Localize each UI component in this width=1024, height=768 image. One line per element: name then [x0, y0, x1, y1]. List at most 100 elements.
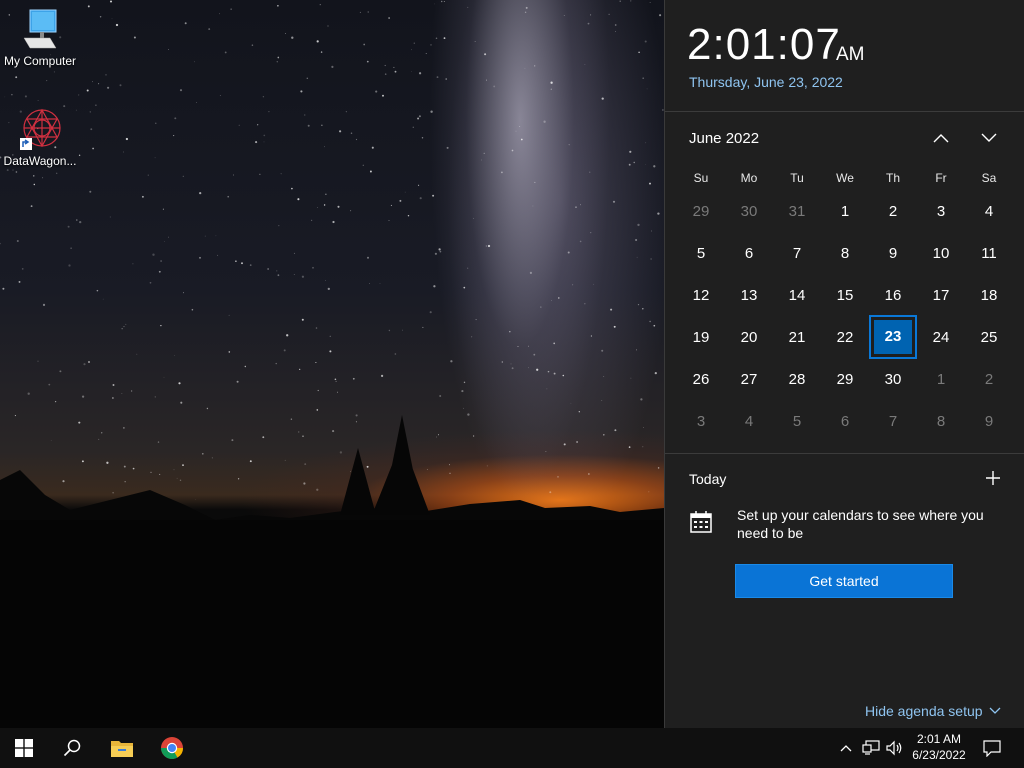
star [86, 89, 89, 92]
show-hidden-icons-button[interactable] [836, 728, 856, 768]
star [68, 264, 71, 267]
star [291, 36, 294, 39]
calendar-day[interactable]: 27 [725, 371, 773, 388]
star [33, 183, 36, 186]
file-explorer-button[interactable] [98, 728, 146, 768]
calendar-day[interactable]: 30 [725, 203, 773, 220]
search-icon [63, 739, 81, 757]
previous-month-button[interactable] [926, 126, 956, 150]
calendar-day[interactable]: 29 [821, 371, 869, 388]
calendar-day[interactable]: 25 [965, 329, 1013, 346]
calendar-day[interactable]: 30 [869, 371, 917, 388]
month-label[interactable]: June 2022 [689, 130, 759, 147]
star [217, 254, 219, 256]
star [633, 161, 635, 164]
star [149, 281, 152, 284]
add-event-button[interactable] [981, 466, 1005, 490]
calendar-day[interactable]: 5 [773, 413, 821, 430]
calendar-day[interactable]: 7 [869, 413, 917, 430]
calendar-day[interactable]: 22 [821, 329, 869, 346]
start-button[interactable] [0, 728, 48, 768]
calendar-day[interactable]: 5 [677, 245, 725, 262]
hide-agenda-setup-link[interactable]: Hide agenda setup [865, 703, 1001, 719]
star [89, 190, 92, 193]
star [543, 120, 546, 123]
calendar-day[interactable]: 15 [821, 287, 869, 304]
star [367, 11, 369, 13]
calendar-day[interactable]: 3 [677, 413, 725, 430]
calendar-day[interactable]: 16 [869, 287, 917, 304]
network-button[interactable] [860, 728, 882, 768]
calendar-day[interactable]: 9 [965, 413, 1013, 430]
calendar-day[interactable]: 8 [917, 413, 965, 430]
calendar-day[interactable]: 8 [821, 245, 869, 262]
calendar-day[interactable]: 18 [965, 287, 1013, 304]
calendar-day[interactable]: 12 [677, 287, 725, 304]
taskbar-clock[interactable]: 2:01 AM 6/23/2022 [906, 731, 972, 763]
calendar-day[interactable]: 17 [917, 287, 965, 304]
star [306, 77, 309, 80]
star [280, 173, 282, 175]
calendar-day[interactable]: 26 [677, 371, 725, 388]
desktop-icon-datawagon[interactable]: DataWagon... [0, 106, 80, 168]
calendar-day[interactable]: 20 [725, 329, 773, 346]
calendar-day[interactable]: 1 [821, 203, 869, 220]
calendar-day[interactable]: 13 [725, 287, 773, 304]
calendar-day[interactable]: 4 [725, 413, 773, 430]
star [263, 141, 265, 143]
star [363, 43, 366, 46]
desktop-icon-my-computer[interactable]: My Computer [0, 8, 80, 68]
star [285, 33, 286, 34]
star [418, 72, 422, 75]
star [636, 256, 638, 258]
desktop-icon-label: DataWagon... [3, 154, 77, 168]
calendar-day[interactable]: 7 [773, 245, 821, 262]
star [525, 6, 528, 9]
calendar-day[interactable]: 24 [917, 329, 965, 346]
calendar-day[interactable]: 10 [917, 245, 965, 262]
calendar-day[interactable]: 6 [725, 245, 773, 262]
get-started-button[interactable]: Get started [735, 564, 953, 598]
speaker-icon [886, 740, 902, 756]
calendar-day[interactable]: 1 [917, 371, 965, 388]
calendar-day-selected[interactable]: 23 [869, 315, 917, 359]
calendar-day[interactable]: 28 [773, 371, 821, 388]
clock-date-link[interactable]: Thursday, June 23, 2022 [689, 74, 843, 90]
star [56, 172, 58, 174]
calendar-day[interactable]: 31 [773, 203, 821, 220]
calendar-day[interactable]: 19 [677, 329, 725, 346]
star [112, 397, 114, 399]
star [160, 324, 162, 327]
star [277, 56, 280, 59]
chrome-button[interactable] [148, 728, 196, 768]
search-button[interactable] [48, 728, 96, 768]
calendar-day[interactable]: 6 [821, 413, 869, 430]
calendar-day[interactable]: 14 [773, 287, 821, 304]
star [547, 370, 550, 373]
next-month-button[interactable] [974, 126, 1004, 150]
star [350, 132, 353, 134]
volume-button[interactable] [884, 728, 906, 768]
star [439, 395, 442, 397]
star [486, 79, 488, 81]
star [331, 65, 334, 68]
calendar-day[interactable]: 11 [965, 245, 1013, 262]
star [87, 5, 90, 8]
calendar-day[interactable]: 9 [869, 245, 917, 262]
star [304, 114, 306, 116]
star [534, 181, 536, 183]
calendar-day[interactable]: 2 [869, 203, 917, 220]
star [394, 70, 397, 73]
action-center-button[interactable] [978, 728, 1006, 768]
star [644, 40, 647, 43]
calendar-day[interactable]: 3 [917, 203, 965, 220]
star [299, 368, 301, 370]
calendar-day[interactable]: 2 [965, 371, 1013, 388]
calendar-day[interactable]: 29 [677, 203, 725, 220]
divider [665, 111, 1024, 112]
star [204, 235, 206, 237]
star [467, 267, 469, 269]
calendar-day[interactable]: 4 [965, 203, 1013, 220]
calendar-day[interactable]: 21 [773, 329, 821, 346]
star [474, 41, 476, 42]
